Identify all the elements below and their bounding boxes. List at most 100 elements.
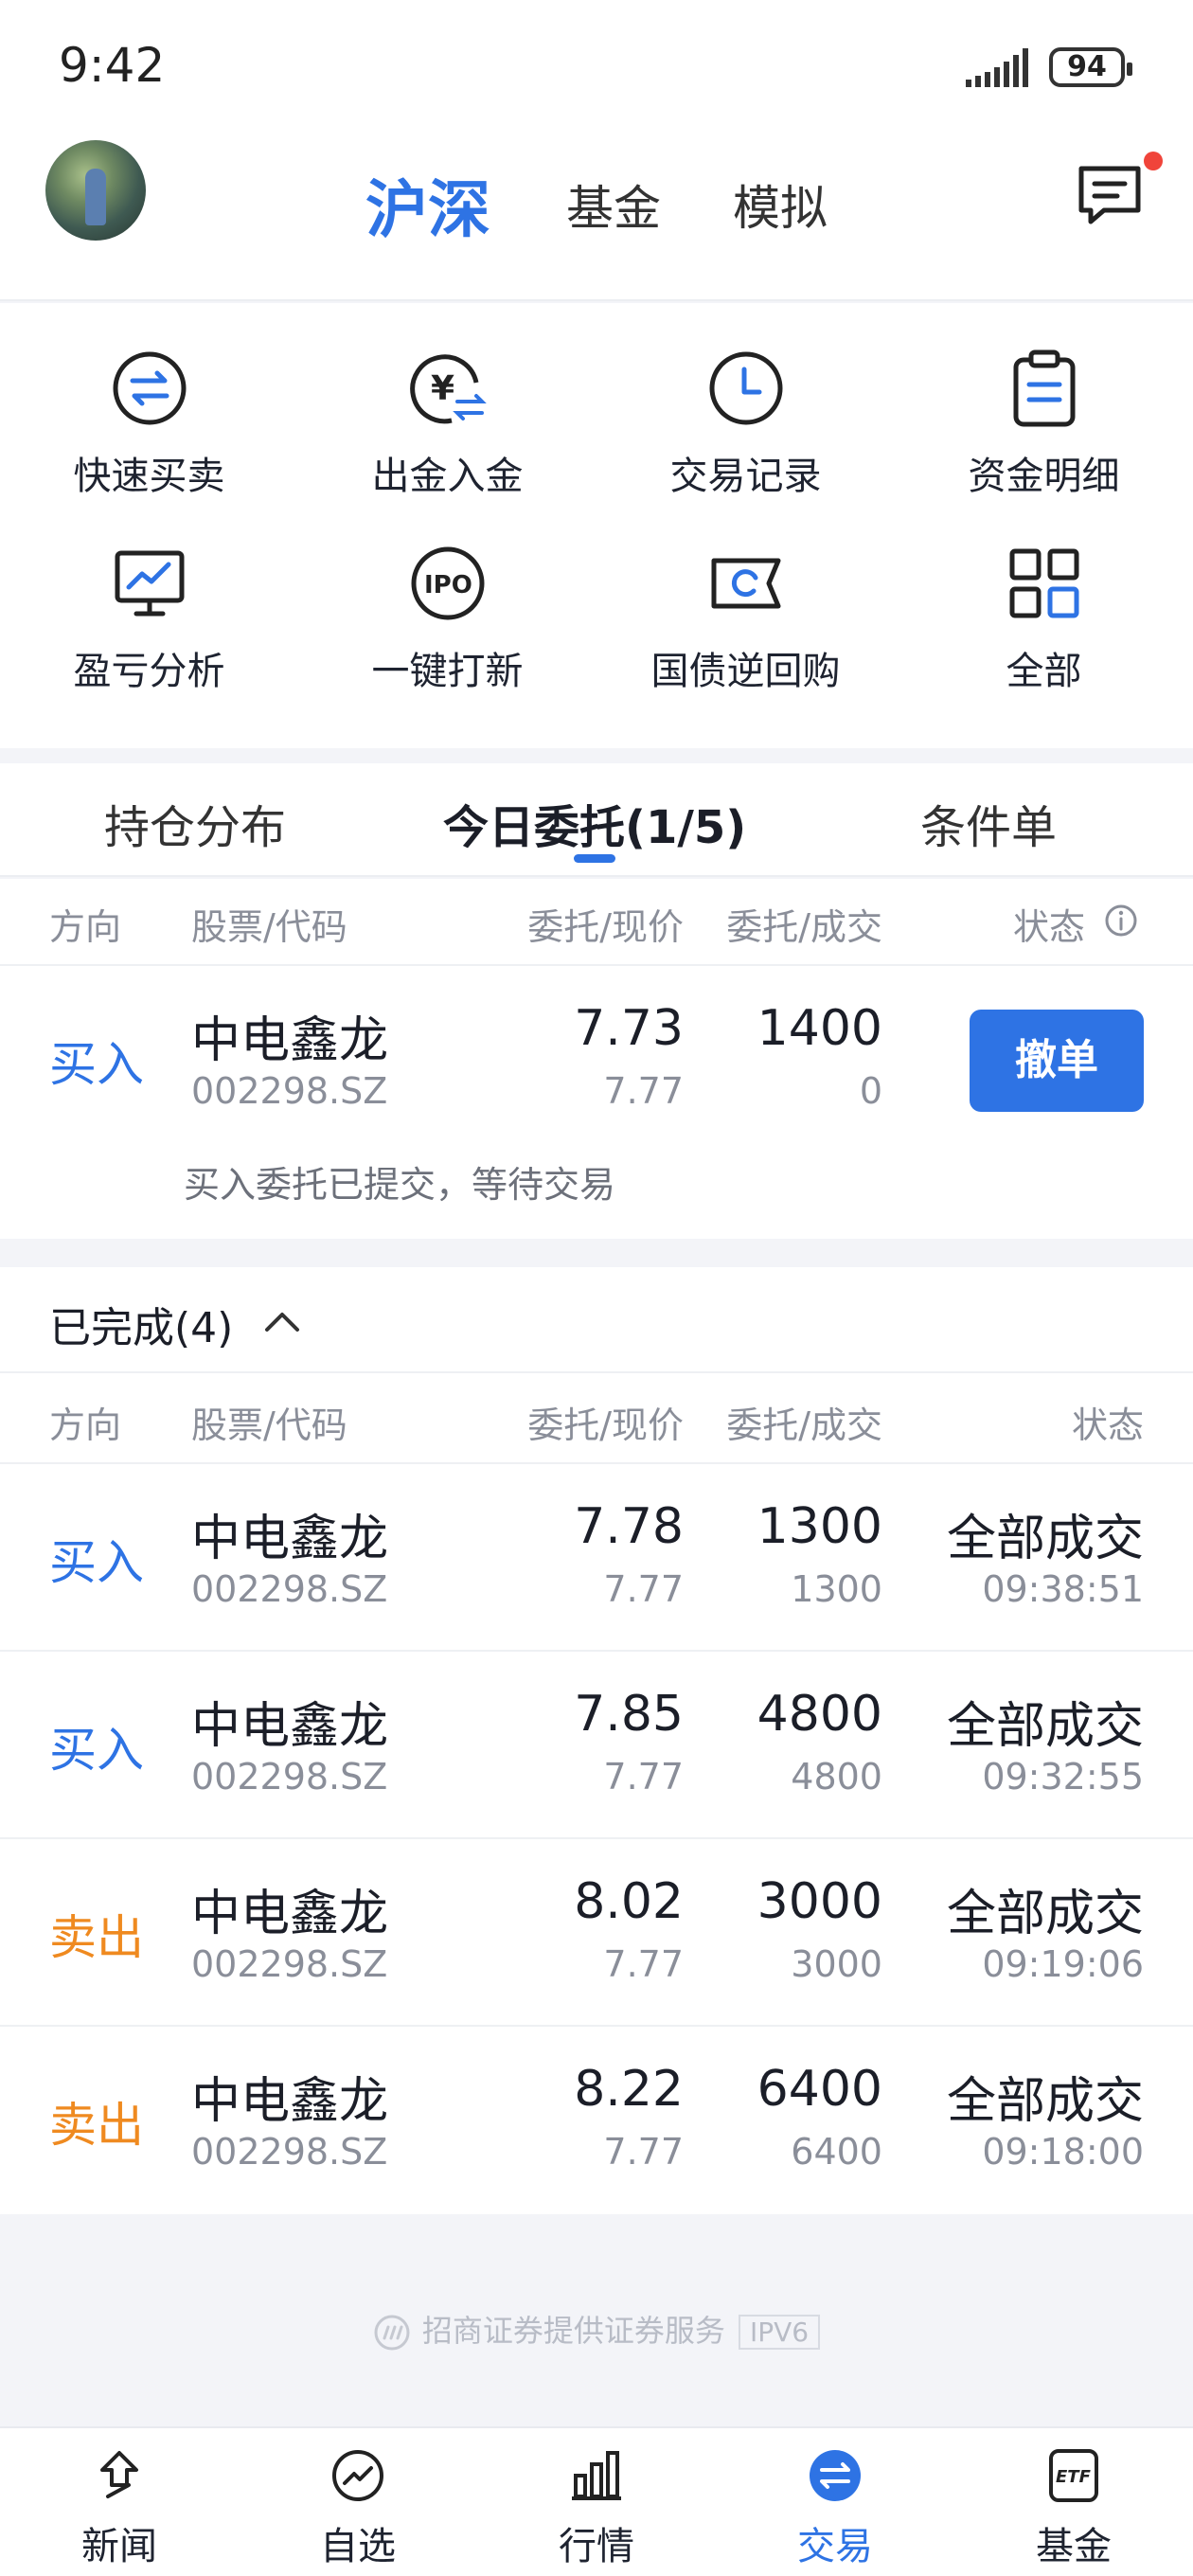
avatar[interactable] — [45, 140, 146, 241]
news-icon — [100, 2451, 138, 2498]
grid-icon — [1009, 548, 1079, 618]
nav-watchlist[interactable]: 自选 — [239, 2428, 477, 2576]
col-price: 委托/现价 — [527, 906, 684, 948]
order-status: 全部成交 — [946, 1886, 1144, 1942]
tab-conditional-orders[interactable]: 条件单 — [920, 790, 1057, 856]
nav-fund[interactable]: ETF 基金 — [954, 2428, 1193, 2576]
quick-action-label: 快速买卖 — [73, 455, 225, 498]
nav-trade[interactable]: 交易 — [716, 2428, 954, 2576]
svg-text:¥: ¥ — [431, 369, 454, 408]
stock-name: 中电鑫龙 — [191, 1886, 389, 1942]
quick-action-trade-records[interactable]: 交易记录 — [596, 349, 895, 538]
stock-name: 中电鑫龙 — [191, 1511, 389, 1567]
col-status: 状态 — [1071, 1404, 1144, 1446]
quick-action-pl-analysis[interactable]: 盈亏分析 — [0, 544, 298, 733]
bottom-nav: 新闻 自选 行情 交易 ETF 基金 — [0, 2426, 1193, 2576]
divider — [0, 1371, 1193, 1373]
divider — [0, 964, 1193, 966]
order-direction: 买入 — [49, 1723, 144, 1778]
quick-action-label: 出金入金 — [371, 455, 524, 498]
order-qty: 4800 — [757, 1686, 882, 1743]
quick-action-label: 国债逆回购 — [650, 650, 841, 693]
stock-code: 002298.SZ — [191, 1943, 388, 1985]
stock-name: 中电鑫龙 — [191, 1012, 389, 1069]
quick-action-label: 盈亏分析 — [73, 650, 225, 693]
quick-action-deposit-withdraw[interactable]: ¥ 出金入金 — [298, 349, 596, 538]
ipo-icon: IPO — [411, 546, 485, 620]
active-tab-indicator — [574, 854, 615, 863]
trade-icon — [810, 2450, 861, 2501]
market-icon — [572, 2451, 621, 2500]
tab-positions[interactable]: 持仓分布 — [104, 790, 286, 856]
divider — [0, 2025, 1193, 2027]
order-time: 09:18:00 — [982, 2131, 1144, 2173]
svg-text:ETF: ETF — [1056, 2467, 1092, 2487]
nav-market[interactable]: 行情 — [477, 2428, 716, 2576]
nav-label: 行情 — [559, 2525, 634, 2568]
tab-hushen[interactable]: 沪深 — [365, 159, 490, 250]
col-stock: 股票/代码 — [191, 1404, 347, 1446]
signal-icon — [966, 48, 1028, 87]
cmb-logo-icon — [374, 2315, 410, 2351]
order-qty: 3000 — [757, 1873, 882, 1930]
order-price: 8.22 — [574, 2061, 684, 2118]
order-qty: 6400 — [757, 2061, 882, 2118]
col-stock: 股票/代码 — [191, 906, 347, 948]
etf-icon: ETF — [1049, 2449, 1098, 2502]
quick-action-ipo[interactable]: IPO 一键打新 — [298, 544, 596, 733]
notification-badge — [1144, 152, 1163, 170]
filled-qty: 6400 — [791, 2131, 882, 2173]
order-status: 全部成交 — [946, 1511, 1144, 1567]
quick-action-label: 一键打新 — [371, 650, 524, 693]
quick-action-label: 交易记录 — [669, 455, 822, 498]
current-price: 7.77 — [603, 1070, 684, 1112]
order-qty: 1300 — [757, 1498, 882, 1555]
chevron-up-icon[interactable] — [261, 1307, 303, 1335]
filled-qty: 4800 — [791, 1756, 882, 1798]
monitor-chart-icon — [115, 550, 185, 617]
battery-indicator: 94 — [1049, 47, 1132, 87]
quick-action-all[interactable]: 全部 — [895, 544, 1193, 733]
order-note: 买入委托已提交，等待交易 — [184, 1164, 616, 1206]
col-direction: 方向 — [49, 906, 122, 948]
tab-simulation[interactable]: 模拟 — [733, 170, 828, 239]
divider — [0, 1462, 1193, 1464]
nav-label: 交易 — [797, 2525, 873, 2568]
order-tabs: 持仓分布 今日委托(1/5) 条件单 — [0, 763, 1193, 877]
order-status: 全部成交 — [946, 2073, 1144, 2130]
info-icon[interactable] — [1104, 903, 1138, 938]
stock-code: 002298.SZ — [191, 2131, 388, 2173]
swap-icon — [113, 351, 187, 425]
quick-action-fund-details[interactable]: 资金明细 — [895, 349, 1193, 538]
message-icon[interactable] — [1076, 163, 1144, 227]
order-direction: 买入 — [49, 1037, 144, 1092]
quick-action-fast-trade[interactable]: 快速买卖 — [0, 349, 298, 538]
tab-fund[interactable]: 基金 — [566, 170, 661, 239]
repo-ticket-icon — [711, 558, 781, 609]
col-qty: 委托/成交 — [726, 906, 882, 948]
order-direction: 买入 — [49, 1535, 144, 1590]
cancel-order-button[interactable]: 撤单 — [970, 1010, 1144, 1112]
stock-name: 中电鑫龙 — [191, 2073, 389, 2130]
svg-text:IPO: IPO — [424, 571, 472, 599]
quick-action-label: 资金明细 — [968, 455, 1120, 498]
quick-action-reverse-repo[interactable]: 国债逆回购 — [596, 544, 895, 733]
nav-news[interactable]: 新闻 — [0, 2428, 239, 2576]
status-time: 9:42 — [59, 38, 166, 93]
clipboard-icon — [1013, 349, 1076, 427]
watchlist-icon — [332, 2450, 383, 2501]
divider — [0, 1650, 1193, 1652]
clock-icon — [709, 351, 783, 425]
filled-qty: 3000 — [791, 1943, 882, 1985]
order-qty: 1400 — [757, 1000, 882, 1057]
order-time: 09:19:06 — [982, 1943, 1144, 1985]
order-status: 全部成交 — [946, 1698, 1144, 1755]
stock-code: 002298.SZ — [191, 1070, 388, 1112]
tab-today-orders[interactable]: 今日委托(1/5) — [443, 790, 746, 856]
filled-qty: 1300 — [791, 1568, 882, 1610]
order-price: 7.78 — [574, 1498, 684, 1555]
completed-title[interactable]: 已完成(4) — [49, 1294, 233, 1354]
order-direction: 卖出 — [49, 1910, 144, 1965]
quick-actions-grid: 快速买卖 ¥ 出金入金 交易记录 资金明细 盈亏分析 IPO 一键打新 国债逆回… — [0, 303, 1193, 748]
order-time: 09:38:51 — [982, 1568, 1144, 1610]
